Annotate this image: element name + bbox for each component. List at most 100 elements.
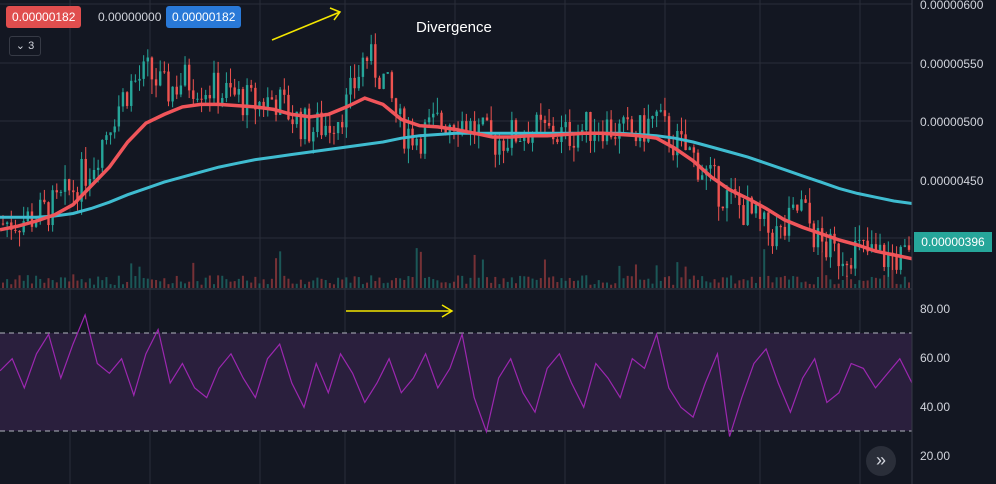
candle-body (763, 212, 766, 219)
volume-bar (68, 281, 71, 288)
volume-bar (353, 276, 356, 288)
candle-body (903, 245, 907, 247)
volume-bar (332, 284, 335, 288)
ask-price-button[interactable]: 0.00000182 (166, 6, 242, 28)
volume-bar (556, 282, 559, 288)
candle-body (328, 125, 332, 133)
volume-bar (866, 280, 869, 288)
candle-body (92, 169, 96, 179)
volume-bar (411, 277, 414, 288)
candle-body (899, 246, 902, 270)
volume-bar (581, 275, 584, 288)
candle-body (849, 265, 853, 269)
candle-body (146, 57, 149, 62)
candle-body (622, 117, 625, 124)
volume-bar (399, 278, 402, 288)
volume-bar (672, 284, 675, 288)
candle-body (564, 121, 567, 128)
candle-body (63, 179, 67, 192)
volume-bar (535, 279, 538, 288)
candle-body (709, 165, 712, 169)
volume-bar (448, 283, 451, 288)
volume-bar (200, 284, 203, 288)
volume-bar (767, 275, 770, 288)
volume-bar (275, 258, 278, 288)
volume-bar (548, 277, 551, 288)
bid-price-button[interactable]: 0.00000182 (6, 6, 82, 28)
volume-bar (854, 283, 857, 288)
volume-bar (788, 279, 791, 288)
candle-body (485, 117, 489, 121)
volume-bar (283, 275, 286, 288)
volume-bar (159, 281, 162, 288)
candle-body (725, 190, 729, 209)
volume-bar (457, 275, 460, 288)
volume-bar (473, 254, 476, 288)
volume-bar (22, 280, 25, 288)
volume-bar (510, 277, 513, 288)
candle-body (800, 199, 803, 211)
volume-bar (684, 266, 687, 288)
volume-bar (150, 279, 153, 288)
candle-body (51, 190, 54, 226)
volume-bar (279, 251, 282, 288)
volume-bar (93, 284, 96, 288)
volume-bar (361, 284, 364, 288)
volume-bar (506, 281, 509, 288)
candle-body (192, 90, 195, 99)
candle-body (291, 119, 294, 125)
volume-bar (469, 277, 472, 288)
candle-body (626, 117, 629, 120)
candle-body (692, 147, 696, 153)
candle-body (742, 205, 745, 225)
volume-bar (171, 283, 174, 288)
volume-bar (837, 283, 840, 288)
candle-body (779, 226, 782, 228)
collapse-indicators-button[interactable]: ⌄ 3 (9, 36, 41, 56)
candle-body (845, 263, 849, 266)
candle-body (109, 132, 112, 136)
volume-bar (287, 278, 290, 288)
candle-body (163, 71, 166, 73)
volume-bar (531, 278, 534, 288)
scroll-to-realtime-button[interactable]: » (866, 446, 896, 476)
candle-body (283, 89, 286, 95)
volume-bar (254, 276, 257, 288)
volume-bar (697, 279, 700, 288)
slow-moving-average-line (0, 131, 913, 219)
chart-area[interactable]: Divergence 0.00000600 0.00000550 0.00000… (0, 0, 996, 484)
volume-bar (622, 278, 625, 288)
volume-bar (80, 279, 83, 288)
candle-body (105, 135, 108, 140)
candle-body (440, 112, 443, 127)
volume-bar (10, 284, 13, 288)
candle-body (159, 71, 162, 86)
candle-body (862, 239, 865, 241)
volume-bar (366, 282, 369, 288)
last-price-tag: 0.00000396 (914, 232, 992, 252)
volume-bar (527, 276, 530, 288)
volume-bar (121, 284, 124, 288)
candle-body (324, 125, 327, 136)
candle-body (369, 44, 373, 61)
volume-bar (241, 275, 244, 288)
candle-body (378, 77, 381, 89)
candle-body (175, 86, 178, 95)
volume-bar (270, 278, 273, 288)
candle-body (547, 123, 551, 126)
volume-bar (816, 276, 819, 288)
candle-body (754, 204, 758, 214)
candle-body (394, 98, 398, 115)
volume-bar (498, 284, 501, 288)
price-tick: 0.00000600 (920, 0, 984, 12)
volume-bar (43, 282, 46, 288)
volume-bar (486, 277, 489, 288)
volume-bar (428, 276, 431, 288)
volume-bar (618, 265, 621, 288)
candle-body (150, 57, 154, 80)
candle-body (858, 239, 861, 241)
volume-bar (221, 275, 224, 288)
candle-body (746, 197, 749, 225)
volume-bar (771, 282, 774, 288)
rsi-tick: 60.00 (920, 351, 950, 365)
